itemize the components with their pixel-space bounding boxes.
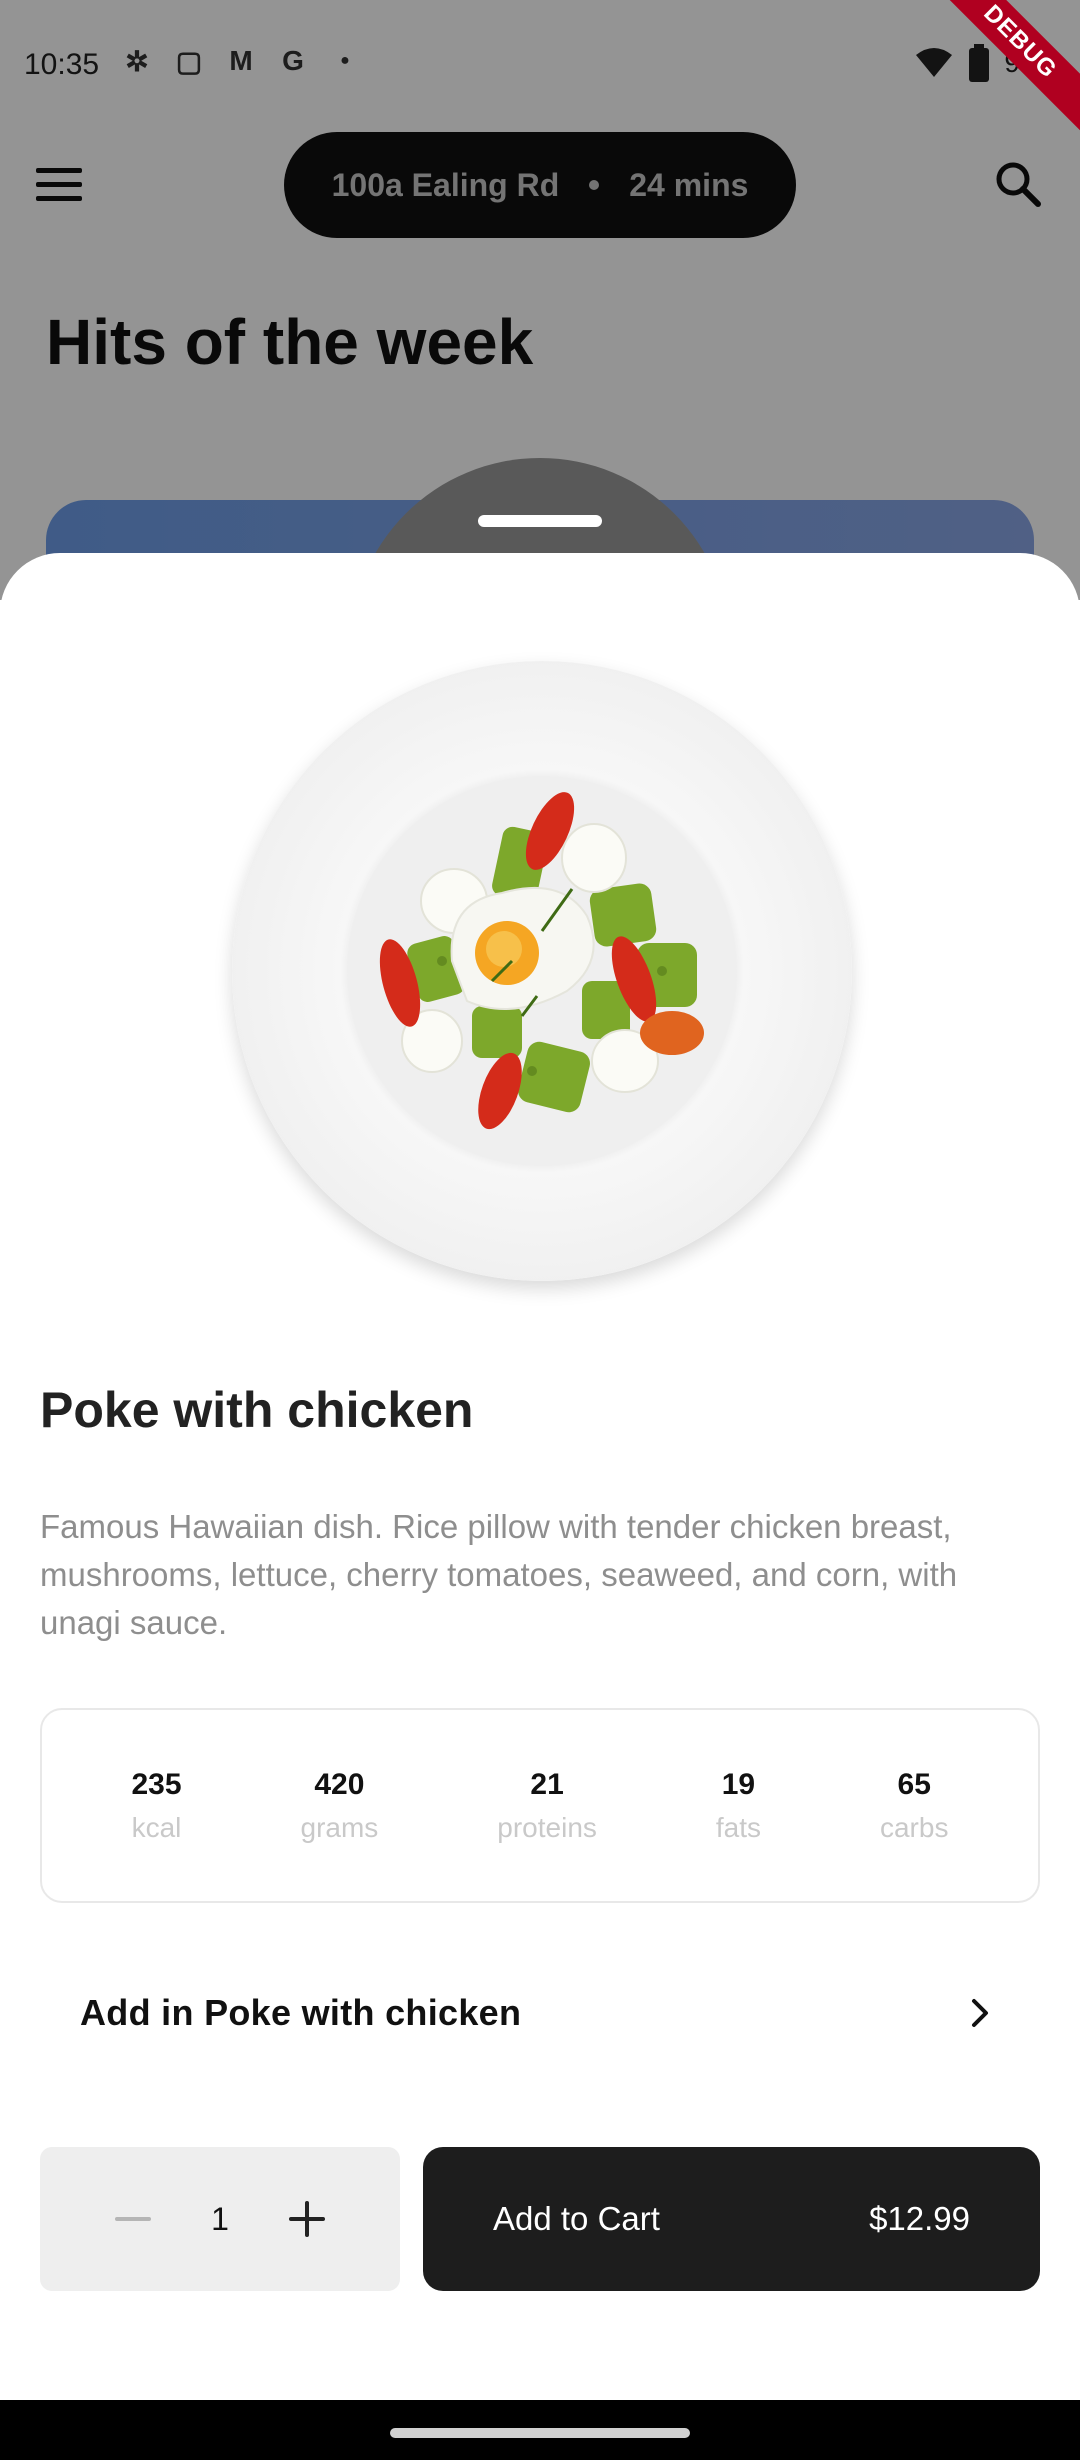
add-in-row[interactable]: Add in Poke with chicken (40, 1953, 1040, 2073)
nutrition-carbs: 65 carbs (880, 1768, 948, 1844)
nutrition-value: 65 (897, 1767, 931, 1801)
quantity-value: 1 (211, 2200, 229, 2237)
nutrition-value: 21 (530, 1767, 564, 1801)
decrement-button[interactable] (105, 2191, 161, 2247)
add-to-cart-label: Add to Cart (493, 2200, 660, 2237)
product-name: Poke with chicken (40, 1382, 474, 1438)
nutrition-value: 420 (314, 1767, 365, 1801)
home-indicator[interactable] (390, 2428, 690, 2438)
add-to-cart-button[interactable]: Add to Cart $12.99 (423, 2147, 1040, 2291)
product-bottom-sheet: Poke with chicken Famous Hawaiian dish. … (0, 553, 1080, 2403)
plus-icon (288, 2201, 325, 2237)
nutrition-unit: kcal (131, 1811, 182, 1843)
price-label: $12.99 (869, 2200, 970, 2237)
minus-icon (115, 2217, 152, 2221)
nutrition-facts: 235 kcal 420 grams 21 proteins 19 fats 6… (40, 1708, 1040, 1903)
quantity-stepper: 1 (40, 2147, 400, 2291)
nutrition-value: 19 (721, 1767, 756, 1801)
nutrition-unit: grams (300, 1811, 379, 1843)
product-description: Famous Hawaiian dish. Rice pillow with t… (40, 1508, 958, 1641)
nutrition-unit: proteins (497, 1811, 597, 1843)
nutrition-grams: 420 grams (301, 1768, 379, 1844)
add-in-label: Add in Poke with chicken (80, 1992, 522, 2033)
nutrition-fats: 19 fats (716, 1768, 761, 1844)
sheet-drag-handle[interactable] (478, 515, 602, 527)
nutrition-unit: carbs (879, 1811, 949, 1843)
nutrition-unit: fats (715, 1811, 762, 1843)
nutrition-proteins: 21 proteins (497, 1768, 597, 1844)
dish-image (232, 661, 852, 1281)
increment-button[interactable] (279, 2191, 335, 2247)
food-illustration (347, 776, 737, 1166)
nutrition-value: 235 (131, 1767, 182, 1801)
chevron-right-icon (972, 1999, 988, 2027)
modal-scrim[interactable] (0, 0, 1080, 600)
nutrition-kcal: 235 kcal (131, 1768, 181, 1844)
